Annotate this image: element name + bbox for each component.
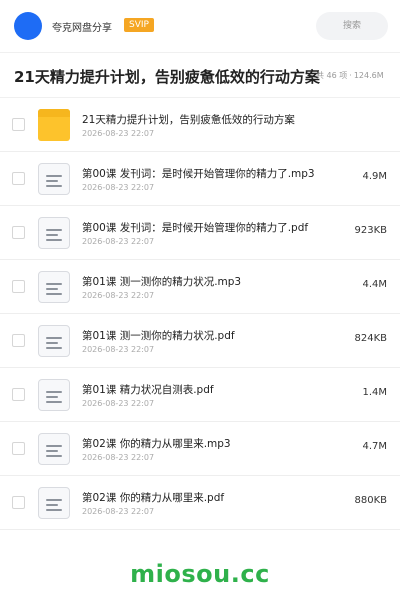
page-title: 21天精力提升计划，告别疲惫低效的行动方案 xyxy=(14,68,320,86)
document-icon xyxy=(38,487,70,519)
file-name: 第00课 发刊词：是时候开始管理你的精力了.mp3 xyxy=(82,168,315,180)
folder-icon xyxy=(38,109,70,141)
svip-badge: SVIP xyxy=(124,18,154,32)
document-icon xyxy=(38,325,70,357)
file-name: 21天精力提升计划，告别疲惫低效的行动方案 xyxy=(82,114,295,126)
top-bar: 夸克网盘分享 SVIP 搜索 xyxy=(0,0,400,52)
file-name: 第00课 发刊词：是时候开始管理你的精力了.pdf xyxy=(82,222,309,234)
select-checkbox[interactable] xyxy=(12,388,25,401)
file-row[interactable]: 第01课 测一测你的精力状况.pdf 2026-08-23 22:07 824K… xyxy=(0,314,400,368)
file-size: 923KB xyxy=(354,225,387,236)
watermark-logo: miosou.cc xyxy=(130,560,270,588)
select-checkbox[interactable] xyxy=(12,442,25,455)
file-name: 第01课 测一测你的精力状况.mp3 xyxy=(82,276,242,288)
stats-separator: · xyxy=(349,71,352,80)
file-row[interactable]: 第00课 发刊词：是时候开始管理你的精力了.pdf 2026-08-23 22:… xyxy=(0,206,400,260)
share-title-bar: 21天精力提升计划，告别疲惫低效的行动方案 共 46 项 · 124.6M xyxy=(0,52,400,98)
search-input[interactable]: 搜索 xyxy=(316,12,388,40)
file-size: 4.4M xyxy=(362,279,387,290)
file-list: 21天精力提升计划，告别疲惫低效的行动方案 2026-08-23 22:07 第… xyxy=(0,98,400,530)
file-date: 2026-08-23 22:07 xyxy=(82,453,155,462)
file-date: 2026-08-23 22:07 xyxy=(82,399,155,408)
document-icon xyxy=(38,217,70,249)
file-date: 2026-08-23 22:07 xyxy=(82,129,155,138)
file-row[interactable]: 第02课 你的精力从哪里来.pdf 2026-08-23 22:07 880KB xyxy=(0,476,400,530)
document-icon xyxy=(38,379,70,411)
item-count: 共 46 项 xyxy=(316,71,348,80)
file-row[interactable]: 第01课 测一测你的精力状况.mp3 2026-08-23 22:07 4.4M xyxy=(0,260,400,314)
file-date: 2026-08-23 22:07 xyxy=(82,507,155,516)
select-checkbox[interactable] xyxy=(12,226,25,239)
file-size: 4.9M xyxy=(362,171,387,182)
file-size: 4.7M xyxy=(362,441,387,452)
file-row[interactable]: 第00课 发刊词：是时候开始管理你的精力了.mp3 2026-08-23 22:… xyxy=(0,152,400,206)
select-checkbox[interactable] xyxy=(12,172,25,185)
owner-name: 夸克网盘分享 xyxy=(52,23,112,34)
file-date: 2026-08-23 22:07 xyxy=(82,237,155,246)
select-checkbox[interactable] xyxy=(12,118,25,131)
file-size: 880KB xyxy=(354,495,387,506)
file-size: 824KB xyxy=(354,333,387,344)
file-row[interactable]: 21天精力提升计划，告别疲惫低效的行动方案 2026-08-23 22:07 xyxy=(0,98,400,152)
file-row[interactable]: 第01课 精力状况自测表.pdf 2026-08-23 22:07 1.4M xyxy=(0,368,400,422)
file-row[interactable]: 第02课 你的精力从哪里来.mp3 2026-08-23 22:07 4.7M xyxy=(0,422,400,476)
file-name: 第01课 测一测你的精力状况.pdf xyxy=(82,330,235,342)
document-icon xyxy=(38,271,70,303)
file-name: 第02课 你的精力从哪里来.pdf xyxy=(82,492,225,504)
file-date: 2026-08-23 22:07 xyxy=(82,345,155,354)
select-checkbox[interactable] xyxy=(12,280,25,293)
file-name: 第02课 你的精力从哪里来.mp3 xyxy=(82,438,231,450)
document-icon xyxy=(38,433,70,465)
document-icon xyxy=(38,163,70,195)
file-size: 1.4M xyxy=(362,387,387,398)
file-name: 第01课 精力状况自测表.pdf xyxy=(82,384,214,396)
file-date: 2026-08-23 22:07 xyxy=(82,183,155,192)
total-size: 124.6M xyxy=(353,71,384,80)
share-stats: 共 46 项 · 124.6M xyxy=(316,70,384,81)
select-checkbox[interactable] xyxy=(12,496,25,509)
file-date: 2026-08-23 22:07 xyxy=(82,291,155,300)
avatar[interactable] xyxy=(14,12,42,40)
select-checkbox[interactable] xyxy=(12,334,25,347)
